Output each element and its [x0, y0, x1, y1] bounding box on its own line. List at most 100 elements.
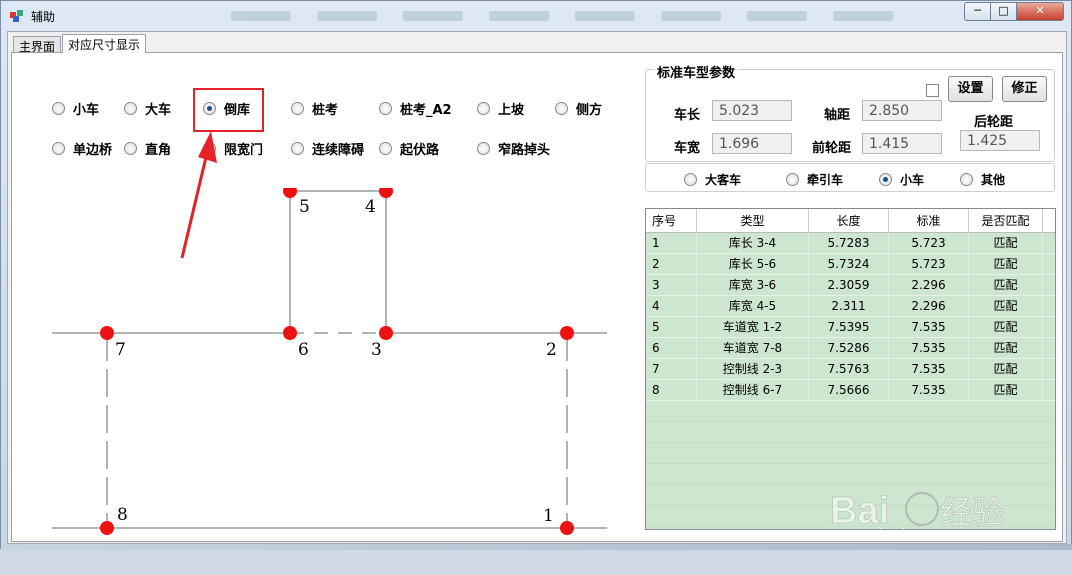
point-8 [100, 521, 114, 535]
table-cell: 车道宽 7-8 [697, 338, 809, 358]
bottom-border [1, 544, 1072, 550]
close-button[interactable]: ✕ [1016, 2, 1064, 21]
baidu-watermark: Bai 经验 jingyan.baidu.com [830, 485, 1040, 575]
length-field[interactable]: 5.023 [712, 100, 792, 121]
header-match[interactable]: 是否匹配 [969, 209, 1043, 232]
table-cell: 匹配 [969, 359, 1043, 379]
table-cell: 7.535 [889, 338, 969, 358]
table-cell: 7.5763 [809, 359, 889, 379]
radio-indicator [379, 142, 392, 155]
radio-indicator [477, 102, 490, 115]
table-cell: 7.5666 [809, 380, 889, 400]
radio-indicator [379, 102, 392, 115]
radio-other[interactable]: 其他 [960, 171, 1005, 188]
table-cell: 2.3059 [809, 275, 889, 295]
point-1 [560, 521, 574, 535]
results-table[interactable]: 序号 类型 长度 标准 是否匹配 1 库长 3-4 5.7283 5.723 匹配 2 库长… [645, 208, 1056, 530]
tab-size-display[interactable]: 对应尺寸显示 [62, 34, 147, 53]
header-index[interactable]: 序号 [646, 209, 697, 232]
table-cell: 5.7324 [809, 254, 889, 274]
table-cell: 匹配 [969, 275, 1043, 295]
title-bar[interactable]: 辅助 ─ □ ✕ [1, 1, 1071, 31]
radio-bumpy-road[interactable]: 起伏路 [379, 139, 439, 158]
radio-pile-test-a2[interactable]: 桩考_A2 [379, 99, 452, 118]
table-cell: 7.5286 [809, 338, 889, 358]
point-label-2: 2 [546, 340, 557, 360]
rear-track-field[interactable]: 1.425 [960, 130, 1040, 151]
point-label-7: 7 [115, 340, 126, 360]
maximize-button[interactable]: □ [990, 2, 1017, 21]
app-window: 辅助 ─ □ ✕ 主界面 对应尺寸显示 小车 大车 倒库 桩考 桩考_A2 上坡… [0, 0, 1072, 550]
wheelbase-label: 轴距 [824, 108, 851, 123]
width-label: 车宽 [674, 141, 701, 156]
table-row[interactable]: 8 控制线 6-7 7.5666 7.535 匹配 [646, 380, 1055, 401]
front-track-label: 前轮距 [812, 141, 852, 156]
table-body: 1 库长 3-4 5.7283 5.723 匹配 2 库长 5-6 5.7324 5.723 匹配… [646, 233, 1055, 401]
radio-indicator [879, 173, 892, 186]
minimize-button[interactable]: ─ [964, 2, 991, 21]
table-cell: 3 [646, 275, 697, 295]
settings-button[interactable]: 设置 [948, 76, 993, 102]
table-cell: 匹配 [969, 380, 1043, 400]
radio-continuous-obstacle[interactable]: 连续障碍 [291, 139, 364, 158]
table-cell: 控制线 2-3 [697, 359, 809, 379]
tab-main[interactable]: 主界面 [13, 36, 62, 54]
width-field[interactable]: 1.696 [712, 133, 792, 154]
table-cell: 匹配 [969, 317, 1043, 337]
table-cell: 8 [646, 380, 697, 400]
table-cell: 5.723 [889, 254, 969, 274]
header-type[interactable]: 类型 [697, 209, 809, 232]
radio-bus[interactable]: 大客车 [684, 171, 741, 188]
front-track-field[interactable]: 1.415 [862, 133, 942, 154]
vehicle-type-group: 大客车 牵引车 小车 其他 [645, 163, 1055, 192]
params-checkbox[interactable] [926, 84, 939, 97]
wheelbase-field[interactable]: 2.850 [862, 100, 942, 121]
radio-indicator [477, 142, 490, 155]
table-cell: 2.296 [889, 275, 969, 295]
table-cell: 7.535 [889, 317, 969, 337]
radio-small-vehicle[interactable]: 小车 [879, 171, 924, 188]
header-length[interactable]: 长度 [809, 209, 889, 232]
table-row[interactable]: 1 库长 3-4 5.7283 5.723 匹配 [646, 233, 1055, 254]
rear-track-label: 后轮距 [974, 115, 1014, 130]
table-cell: 库宽 4-5 [697, 296, 809, 316]
radio-pile-test[interactable]: 桩考 [291, 99, 338, 118]
radio-side-parking[interactable]: 侧方 [555, 99, 602, 118]
watermark-logo: Bai 经验 [830, 490, 1005, 533]
point-5 [283, 188, 297, 198]
table-cell: 5.723 [889, 233, 969, 253]
blurred-taskbar [231, 11, 911, 25]
point-7 [100, 326, 114, 340]
point-6 [283, 326, 297, 340]
table-cell: 4 [646, 296, 697, 316]
radio-uphill[interactable]: 上坡 [477, 99, 524, 118]
table-cell: 1 [646, 233, 697, 253]
app-icon [10, 10, 23, 22]
table-row[interactable]: 4 库宽 4-5 2.311 2.296 匹配 [646, 296, 1055, 317]
table-row[interactable]: 6 车道宽 7-8 7.5286 7.535 匹配 [646, 338, 1055, 359]
table-row[interactable]: 2 库长 5-6 5.7324 5.723 匹配 [646, 254, 1055, 275]
table-cell: 库长 3-4 [697, 233, 809, 253]
client-area: 主界面 对应尺寸显示 小车 大车 倒库 桩考 桩考_A2 上坡 侧方 单边桥 直… [7, 31, 1067, 544]
table-cell: 7.5395 [809, 317, 889, 337]
point-label-1: 1 [543, 506, 554, 526]
table-row[interactable]: 5 车道宽 1-2 7.5395 7.535 匹配 [646, 317, 1055, 338]
table-row[interactable]: 7 控制线 2-3 7.5763 7.535 匹配 [646, 359, 1055, 380]
svg-text:Bai: Bai [830, 490, 889, 530]
svg-text:经验: 经验 [940, 494, 1004, 530]
header-standard[interactable]: 标准 [889, 209, 969, 232]
radio-indicator [684, 173, 697, 186]
radio-tractor[interactable]: 牵引车 [786, 171, 843, 188]
table-cell: 2.311 [809, 296, 889, 316]
table-cell: 库长 5-6 [697, 254, 809, 274]
point-label-6: 6 [298, 340, 309, 360]
table-row[interactable]: 3 库宽 3-6 2.3059 2.296 匹配 [646, 275, 1055, 296]
table-cell: 7.535 [889, 380, 969, 400]
radio-narrow-uturn[interactable]: 窄路掉头 [477, 139, 550, 158]
table-cell: 7.535 [889, 359, 969, 379]
parking-diagram: 1 2 3 4 5 6 7 8 [52, 188, 607, 535]
table-header: 序号 类型 长度 标准 是否匹配 [646, 209, 1055, 233]
point-label-4: 4 [365, 197, 376, 217]
correct-button[interactable]: 修正 [1002, 76, 1047, 102]
table-cell: 2 [646, 254, 697, 274]
